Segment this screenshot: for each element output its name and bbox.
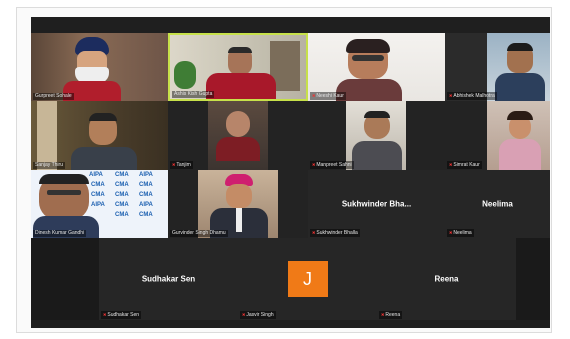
participant-video (31, 33, 168, 101)
participant-name: Manpreet Sahni (310, 161, 354, 169)
backdrop-logo-text: CMA (139, 212, 153, 218)
participant-display-name: Reena (434, 274, 459, 284)
backdrop-logo-text: AIPA (139, 172, 153, 178)
backdrop-logo-text: CMA (91, 192, 105, 198)
participant-video (168, 170, 308, 238)
participant-video (445, 33, 550, 101)
participant-name: Abhishek Malhotra (447, 92, 497, 100)
participant-name: Sudhakar Sen (101, 311, 142, 319)
participant-name: Neelima (447, 229, 474, 237)
participant-name: Ashis Kish Gupta (172, 91, 215, 98)
video-tile[interactable]: Tanjim (168, 101, 308, 170)
participant-video (170, 35, 306, 99)
video-tile-active-speaker[interactable]: Ashis Kish Gupta (168, 33, 308, 101)
backdrop-logo-text: CMA (115, 172, 129, 178)
backdrop-logo-text: CMA (115, 192, 129, 198)
backdrop-logo-text: CMA (91, 182, 105, 188)
top-strip (31, 17, 550, 33)
participant-avatar: J (287, 261, 328, 297)
participant-name: Gurpreet Sohale (33, 93, 74, 100)
participant-name: Tanjim (170, 161, 193, 169)
backdrop-logo-text: AIPA (139, 202, 153, 208)
backdrop-logo-text: AIPA (91, 202, 105, 208)
participant-display-name: Sukhwinder Bha... (341, 199, 412, 209)
participant-video: AIPA CMA AIPA CMA CMA CMA CMA CMA CMA AI… (31, 170, 168, 238)
video-tile[interactable]: Manpreet Sahni (308, 101, 445, 170)
backdrop-logo-text: CMA (115, 202, 129, 208)
backdrop-logo-text: CMA (139, 192, 153, 198)
video-tile[interactable]: AIPA CMA AIPA CMA CMA CMA CMA CMA CMA AI… (31, 170, 168, 238)
video-tile[interactable]: J Jasvir Singh (238, 238, 377, 320)
video-tile[interactable]: Abhishek Malhotra (445, 33, 550, 101)
participant-name: Jasvir Singh (240, 311, 276, 319)
video-tile[interactable]: Gurpreet Sohale (31, 33, 168, 101)
participant-name: Dinesh Kumar Gandhi (33, 230, 87, 237)
video-tile[interactable]: Sukhwinder Bha... Sukhwinder Bhalla (308, 170, 445, 238)
video-tile[interactable]: Reena Reena (377, 238, 516, 320)
bottom-strip (31, 320, 550, 328)
participant-video (445, 101, 550, 170)
participant-name: Sukhwinder Bhalla (310, 229, 360, 237)
participant-video (308, 33, 445, 101)
backdrop-logo-text: AIPA (89, 172, 103, 178)
participant-name: Gurvinder Singh Dhamu (170, 230, 228, 237)
participant-name: Reena (379, 311, 403, 319)
participant-video (31, 101, 168, 170)
video-tile[interactable]: Simrat Kaur (445, 101, 550, 170)
video-tile[interactable]: Sanjay Thiru (31, 101, 168, 170)
video-tile[interactable]: Neeshi Kaur (308, 33, 445, 101)
participant-video (308, 101, 445, 170)
participant-name: Sanjay Thiru (33, 162, 65, 169)
backdrop-logo-text: CMA (115, 212, 129, 218)
video-tile[interactable]: Sudhakar Sen Sudhakar Sen (99, 238, 238, 320)
zoom-gallery-view: Gurpreet Sohale Ashis Kish Gupta Neeshi … (31, 17, 550, 328)
backdrop-logo-text: CMA (139, 182, 153, 188)
participant-display-name: Sudhakar Sen (141, 274, 196, 284)
video-tile[interactable]: Neelima Neelima (445, 170, 550, 238)
participant-display-name: Neelima (482, 199, 513, 209)
participant-name: Neeshi Kaur (310, 92, 346, 100)
video-tile[interactable]: Gurvinder Singh Dhamu (168, 170, 308, 238)
backdrop-logo-text: CMA (115, 182, 129, 188)
participant-name: Simrat Kaur (447, 161, 482, 169)
participant-video (168, 101, 308, 170)
